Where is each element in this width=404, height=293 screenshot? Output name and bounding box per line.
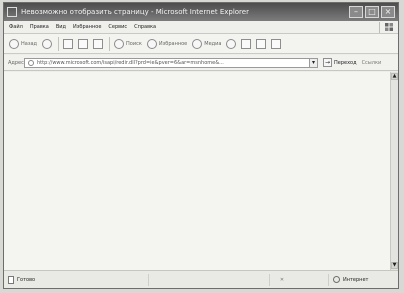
windows-logo-icon (385, 23, 393, 31)
media-label: Медиа (204, 40, 222, 47)
refresh-icon (78, 38, 89, 49)
toolbar-separator (58, 36, 60, 51)
menu-edit[interactable]: Правка (30, 21, 49, 34)
print-button[interactable] (256, 37, 267, 51)
go-icon: → (323, 58, 332, 67)
mail-button[interactable] (241, 37, 252, 51)
status-page-icon (8, 275, 14, 284)
search-label: Поиск (126, 40, 142, 47)
standard-toolbar: Назад Поиск Избранное Медиа (4, 34, 398, 54)
search-button[interactable]: Поиск (114, 37, 142, 51)
maximize-button[interactable]: □ (365, 6, 379, 18)
menu-tools[interactable]: Сервис (108, 21, 127, 34)
globe-icon (333, 276, 340, 283)
toolbar-separator (109, 36, 111, 51)
address-url: http://www.microsoft.com/isapi/redir.dll… (37, 59, 224, 66)
window-controls: – □ × (349, 6, 398, 18)
refresh-button[interactable] (78, 37, 89, 51)
menu-view[interactable]: Вид (56, 21, 66, 34)
page-content[interactable] (4, 72, 396, 270)
close-button[interactable]: × (381, 6, 395, 18)
stop-icon (63, 38, 74, 49)
forward-button[interactable] (42, 37, 53, 51)
page-icon (28, 59, 34, 66)
minimize-button[interactable]: – (349, 6, 363, 18)
windows-logo (379, 21, 398, 33)
go-label: Переход (334, 59, 357, 66)
stop-button[interactable] (63, 37, 74, 51)
title-bar: Невозможно отобразить страницу - Microso… (4, 3, 398, 21)
go-button[interactable]: → Переход (323, 58, 357, 67)
favorites-button[interactable]: Избранное (146, 37, 188, 51)
window-title: Невозможно отобразить страницу - Microso… (21, 8, 249, 16)
status-text: Готово (17, 276, 36, 283)
scroll-down-button[interactable]: ▼ (391, 262, 398, 269)
media-button[interactable]: Медиа (192, 37, 221, 51)
back-button[interactable]: Назад (9, 37, 37, 51)
edit-icon (271, 38, 282, 49)
status-middle (148, 273, 270, 286)
address-label: Адрес (8, 59, 24, 66)
media-icon (192, 38, 203, 49)
vertical-scrollbar[interactable]: ▲ ▼ (390, 72, 398, 270)
status-left: Готово (4, 275, 148, 284)
forward-icon (42, 38, 53, 49)
zone-indicator: Интернет (328, 273, 398, 286)
mail-icon (241, 38, 252, 49)
menu-bar: Файл Правка Вид Избранное Сервис Справка (4, 21, 398, 34)
favorites-label: Избранное (158, 40, 188, 47)
browser-icon (7, 7, 17, 17)
security-icon: ✕ (279, 276, 285, 283)
scroll-up-button[interactable]: ▲ (391, 73, 398, 80)
print-icon (256, 38, 267, 49)
home-button[interactable] (93, 37, 104, 51)
address-bar: Адрес http://www.microsoft.com/isapi/red… (4, 55, 398, 71)
browser-window: Невозможно отобразить страницу - Microso… (3, 2, 399, 289)
menu-favorites[interactable]: Избранное (73, 21, 101, 34)
address-input[interactable]: http://www.microsoft.com/isapi/redir.dll… (24, 57, 310, 68)
status-bar: Готово ✕ Интернет (4, 270, 398, 288)
back-icon (9, 38, 19, 49)
home-icon (93, 38, 104, 49)
zone-text: Интернет (343, 276, 369, 283)
history-button[interactable] (226, 37, 237, 51)
menu-file[interactable]: Файл (9, 21, 23, 34)
menu-help[interactable]: Справка (134, 21, 156, 34)
history-icon (226, 38, 237, 49)
back-label: Назад (21, 40, 38, 47)
links-label[interactable]: Ссылки (362, 60, 382, 66)
address-dropdown-button[interactable]: ▾ (310, 57, 318, 68)
search-icon (114, 38, 125, 49)
edit-button[interactable] (271, 37, 282, 51)
favorites-icon (146, 38, 157, 49)
